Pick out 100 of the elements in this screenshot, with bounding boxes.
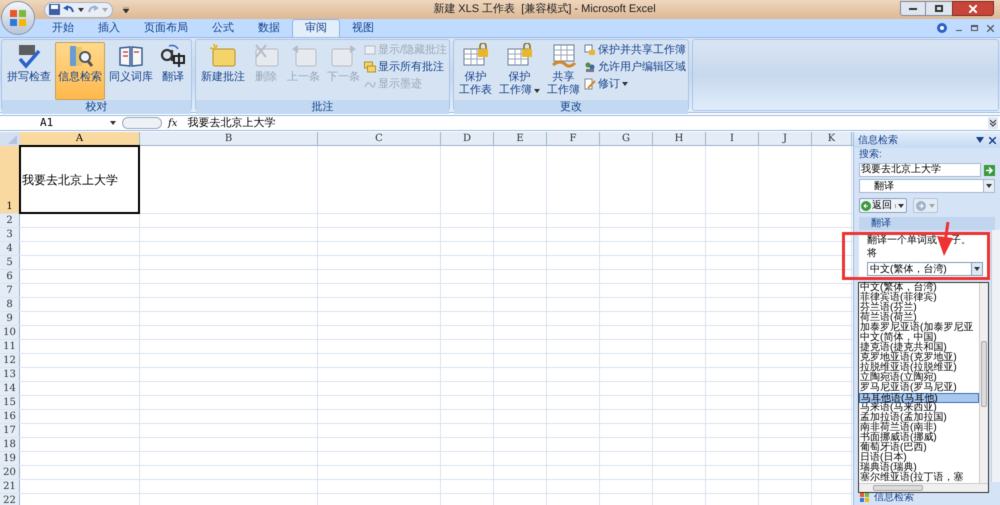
- column-header[interactable]: A: [20, 132, 140, 145]
- ribbon-small-button[interactable]: 显示所有批注: [364, 60, 448, 74]
- ribbon-tab[interactable]: 插入: [86, 19, 132, 37]
- language-option[interactable]: 中文(繁体，台湾): [859, 283, 979, 293]
- language-option[interactable]: 中文(简体，中国): [859, 333, 979, 343]
- ribbon-tab[interactable]: 视图: [340, 19, 386, 37]
- language-option[interactable]: 马耳他语(马耳他): [859, 393, 979, 403]
- row-header[interactable]: 1: [0, 146, 20, 213]
- close-workbook-icon[interactable]: [987, 24, 994, 32]
- column-header[interactable]: J: [759, 132, 812, 145]
- language-option[interactable]: 南非荷兰语(南非): [859, 423, 979, 433]
- ribbon-tab[interactable]: 开始: [40, 19, 86, 37]
- restore-workbook-icon[interactable]: [971, 25, 978, 31]
- ribbon-tab[interactable]: 公式: [200, 19, 246, 37]
- language-option[interactable]: 荷兰语(荷兰): [859, 313, 979, 323]
- row-header[interactable]: 18: [0, 438, 20, 451]
- row-header[interactable]: 15: [0, 396, 20, 409]
- customize-caret-icon[interactable]: [123, 6, 129, 12]
- ribbon-tab[interactable]: 数据: [246, 19, 292, 37]
- language-option[interactable]: 马来语(马来西亚): [859, 403, 979, 413]
- pane-scrollbar[interactable]: [991, 230, 1000, 482]
- language-dropdown[interactable]: 中文(繁体，台湾): [867, 262, 983, 276]
- ribbon-button[interactable]: 共享 工作簿: [544, 42, 584, 100]
- language-option[interactable]: 捷克语(捷克共和国): [859, 343, 979, 353]
- column-header[interactable]: C: [318, 132, 441, 145]
- ribbon-button[interactable]: 拼写检查: [4, 42, 54, 100]
- column-header[interactable]: F: [547, 132, 600, 145]
- column-header[interactable]: B: [140, 132, 318, 145]
- office-link-icon[interactable]: [860, 492, 870, 502]
- ribbon-tab[interactable]: 审阅: [292, 19, 340, 37]
- row-header[interactable]: 14: [0, 382, 20, 395]
- row-header[interactable]: 21: [0, 480, 20, 493]
- row-header[interactable]: 10: [0, 326, 20, 339]
- language-option[interactable]: 拉脱维亚语(拉脱维亚): [859, 363, 979, 373]
- row-header[interactable]: 5: [0, 256, 20, 269]
- language-option[interactable]: 塞尔维亚语(拉丁语，塞: [859, 473, 979, 483]
- language-option[interactable]: 芬兰语(芬兰): [859, 303, 979, 313]
- language-option[interactable]: 立陶宛语(立陶宛): [859, 373, 979, 383]
- language-option[interactable]: 日语(日本): [859, 453, 979, 463]
- ribbon-button[interactable]: 信息检索: [55, 42, 105, 100]
- search-field[interactable]: 我要去北京上大学: [859, 163, 981, 177]
- ribbon-button[interactable]: 同义词库: [106, 42, 156, 100]
- column-header[interactable]: H: [653, 132, 706, 145]
- language-option[interactable]: 书面挪威语(挪威): [859, 433, 979, 443]
- ribbon-small-button[interactable]: 允许用户编辑区域: [584, 60, 686, 74]
- column-header[interactable]: D: [441, 132, 494, 145]
- ribbon-button[interactable]: 翻译: [157, 42, 189, 100]
- language-option[interactable]: 加泰罗尼亚语(加泰罗尼亚: [859, 323, 979, 333]
- column-header[interactable]: I: [706, 132, 759, 145]
- row-header[interactable]: 19: [0, 452, 20, 465]
- ribbon-small-button[interactable]: 修订: [584, 77, 686, 91]
- expand-icon[interactable]: [988, 117, 998, 129]
- source-dropdown[interactable]: 翻译: [859, 179, 995, 193]
- language-option[interactable]: 孟加拉语(孟加拉国): [859, 413, 979, 423]
- ribbon-button[interactable]: 保护 工作簿: [496, 42, 544, 100]
- row-header[interactable]: 17: [0, 424, 20, 437]
- row-header[interactable]: 4: [0, 242, 20, 255]
- row-header[interactable]: 9: [0, 312, 20, 325]
- row-header[interactable]: 2: [0, 214, 20, 227]
- restore-button[interactable]: [926, 1, 952, 16]
- close-pane-icon[interactable]: [989, 136, 996, 144]
- language-dropdown-menu[interactable]: [858, 282, 989, 493]
- undo-icon[interactable]: [63, 4, 75, 15]
- minimize-button[interactable]: [900, 1, 926, 16]
- column-header[interactable]: E: [494, 132, 547, 145]
- row-header[interactable]: 13: [0, 368, 20, 381]
- save-icon[interactable]: [49, 4, 60, 15]
- back-button[interactable]: 返回: [859, 198, 907, 213]
- row-header[interactable]: 11: [0, 340, 20, 353]
- row-header[interactable]: 3: [0, 228, 20, 241]
- ribbon-button[interactable]: 新建批注: [198, 42, 248, 100]
- help-icon[interactable]: [937, 23, 947, 33]
- ribbon-button[interactable]: 保护 工作表: [456, 42, 496, 100]
- row-header[interactable]: 7: [0, 284, 20, 297]
- list-scrollbar[interactable]: [979, 283, 988, 483]
- horizontal-scrollbar[interactable]: [859, 483, 988, 492]
- language-option[interactable]: 罗马尼亚语(罗马尼亚): [859, 383, 979, 393]
- language-option[interactable]: 克罗地亚语(克罗地亚): [859, 353, 979, 363]
- go-arrow-icon[interactable]: [984, 164, 995, 176]
- row-header[interactable]: 6: [0, 270, 20, 283]
- resize-handle[interactable]: [122, 117, 162, 129]
- comments-icon: [364, 61, 376, 73]
- row-header[interactable]: 8: [0, 298, 20, 311]
- pane-menu-icon[interactable]: [976, 137, 984, 143]
- column-header[interactable]: G: [600, 132, 653, 145]
- language-option[interactable]: 葡萄牙语(巴西): [859, 443, 979, 453]
- insert-function-button[interactable]: fx: [168, 116, 178, 130]
- language-option[interactable]: 瑞典语(瑞典): [859, 463, 979, 473]
- column-header[interactable]: K: [812, 132, 852, 145]
- row-header[interactable]: 22: [0, 494, 20, 505]
- name-box[interactable]: A1: [0, 116, 110, 130]
- section-header[interactable]: 翻译: [859, 217, 995, 230]
- ribbon-tab[interactable]: 页面布局: [132, 19, 200, 37]
- close-button[interactable]: [952, 1, 994, 16]
- formula-field[interactable]: 我要去北京上大学: [187, 116, 988, 130]
- ribbon-small-button[interactable]: 保护并共享工作簿: [584, 43, 686, 57]
- row-header[interactable]: 12: [0, 354, 20, 367]
- row-header[interactable]: 16: [0, 410, 20, 423]
- language-option[interactable]: 菲律宾语(菲律宾): [859, 293, 979, 303]
- row-header[interactable]: 20: [0, 466, 20, 479]
